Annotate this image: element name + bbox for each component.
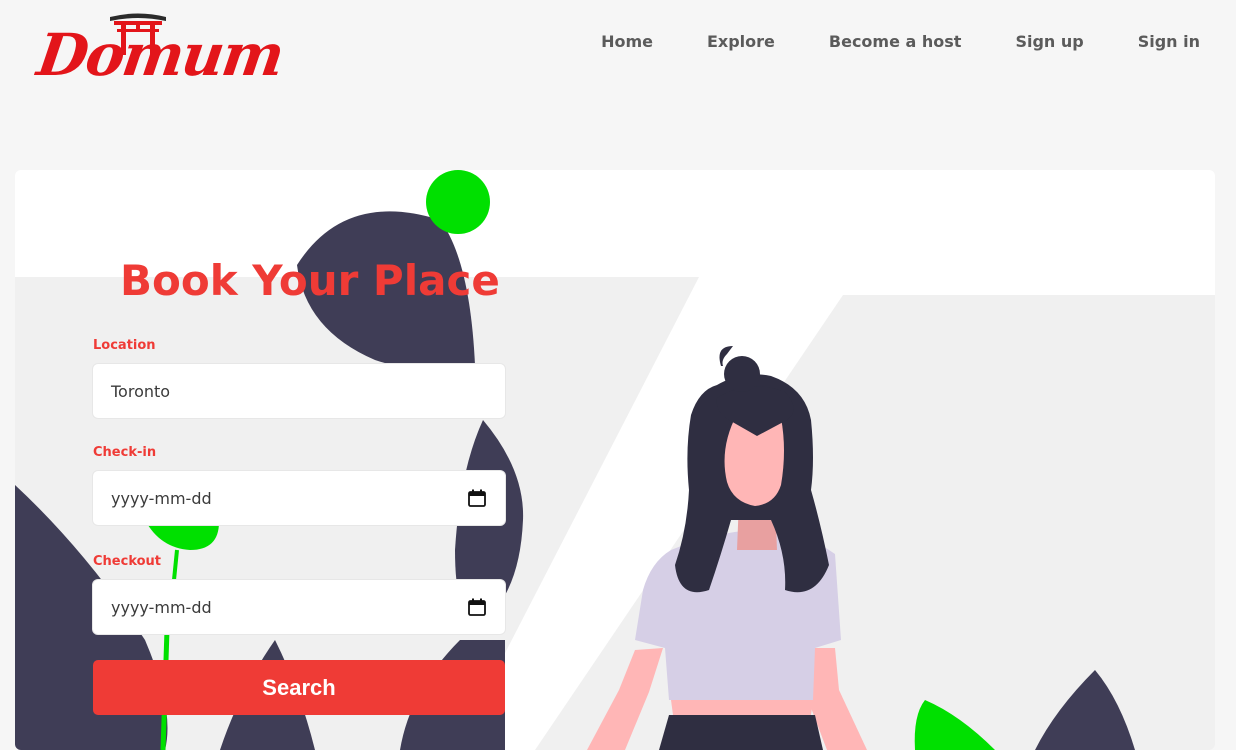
checkin-placeholder: yyyy-mm-dd	[111, 488, 212, 508]
hero-card: Book Your Place Location Toronto Check-i…	[15, 170, 1215, 750]
checkin-date-input[interactable]: yyyy-mm-dd	[93, 471, 505, 525]
checkout-label: Checkout	[93, 554, 162, 569]
calendar-icon[interactable]	[467, 488, 487, 508]
main-nav: Home Explore Become a host Sign up Sign …	[601, 32, 1200, 52]
site-header: Domum Home Explore Become a host Sign up…	[0, 0, 1236, 110]
location-value: Toronto	[111, 381, 171, 401]
nav-explore[interactable]: Explore	[707, 32, 775, 52]
domum-logo[interactable]: Domum	[30, 8, 287, 100]
search-button[interactable]: Search	[93, 660, 505, 715]
nav-sign-up[interactable]: Sign up	[1015, 32, 1083, 52]
calendar-icon[interactable]	[467, 597, 487, 617]
logo-wordmark: Domum	[33, 21, 287, 89]
location-label: Location	[93, 338, 156, 353]
nav-home[interactable]: Home	[601, 32, 653, 52]
checkout-placeholder: yyyy-mm-dd	[111, 597, 212, 617]
nav-become-a-host[interactable]: Become a host	[829, 32, 962, 52]
location-input[interactable]: Toronto	[93, 364, 505, 418]
checkout-date-input[interactable]: yyyy-mm-dd	[93, 580, 505, 634]
nav-sign-in[interactable]: Sign in	[1138, 32, 1200, 52]
page-title: Book Your Place	[120, 256, 500, 305]
checkin-label: Check-in	[93, 445, 157, 460]
